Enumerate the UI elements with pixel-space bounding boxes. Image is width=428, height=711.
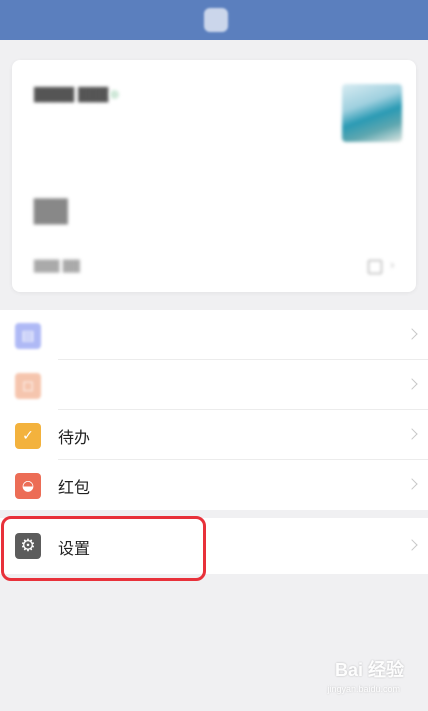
profile-card[interactable]: ████ ███ ██ ███ ██ ›: [12, 60, 416, 292]
qrcode-icon[interactable]: [368, 260, 382, 274]
top-bar: [0, 0, 428, 40]
watermark-url: jingyan.baidu.com: [327, 684, 400, 694]
chevron-right-icon: [406, 539, 418, 551]
watermark-logo: Bai 经验: [334, 660, 404, 680]
red-packet-icon: ◒: [15, 473, 41, 499]
menu-item-label: 待办: [58, 428, 91, 447]
app-logo-icon: [204, 8, 228, 32]
menu-item-favorites[interactable]: ◻: [0, 360, 428, 410]
menu-item-label: 红包: [58, 478, 91, 497]
document-icon: ▤: [15, 323, 41, 349]
profile-thumbnail[interactable]: [342, 84, 402, 142]
menu-item-red-packet[interactable]: ◒ 红包: [0, 460, 428, 510]
profile-name-blurred: ████ ███: [34, 88, 109, 103]
chevron-right-icon: [406, 428, 418, 440]
chevron-right-icon: ›: [390, 258, 395, 272]
menu-item-todo[interactable]: ✓ 待办: [0, 410, 428, 460]
profile-meta-blurred: ███ ██: [34, 260, 80, 273]
profile-subtitle-blurred: ██: [34, 200, 68, 225]
todo-check-icon: ✓: [15, 423, 41, 449]
chevron-right-icon: [406, 378, 418, 390]
verified-icon: [110, 90, 119, 99]
chevron-right-icon: [406, 328, 418, 340]
favorite-icon: ◻: [15, 373, 41, 399]
menu-list: ▤ ◻ ✓ 待办 ◒ 红包: [0, 310, 428, 510]
highlight-box: [1, 516, 206, 581]
chevron-right-icon: [406, 478, 418, 490]
menu-item-document[interactable]: ▤: [0, 310, 428, 360]
